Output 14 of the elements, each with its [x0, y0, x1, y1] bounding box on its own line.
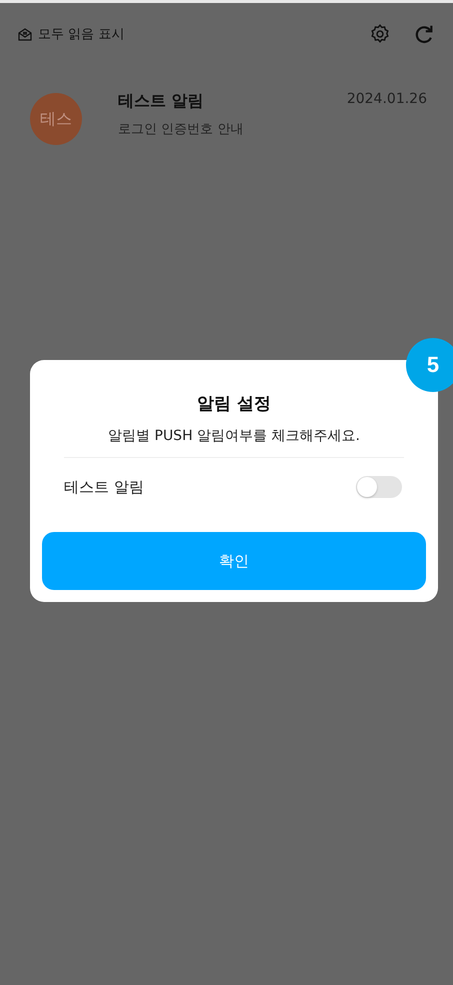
dialog-title: 알림 설정	[196, 393, 272, 415]
notification-title: 테스트 알림	[118, 91, 205, 112]
notification-date: 2024.01.26	[346, 91, 427, 107]
setting-label: 테스트 알림	[64, 478, 145, 496]
confirm-button[interactable]: 확인	[42, 532, 426, 590]
avatar: 테스	[30, 93, 82, 145]
envelope-icon	[18, 27, 32, 41]
settings-icon[interactable]	[369, 23, 391, 45]
notification-body: 로그인 인증번호 안내	[118, 121, 244, 138]
step-badge: 5	[406, 338, 453, 392]
refresh-icon[interactable]	[413, 23, 435, 45]
toggle-switch[interactable]	[356, 476, 402, 498]
mark-all-read-button[interactable]: 모두 읽음 표시	[18, 25, 124, 43]
dialog-subtitle: 알림별 PUSH 알림여부를 체크해주세요.	[64, 427, 404, 458]
